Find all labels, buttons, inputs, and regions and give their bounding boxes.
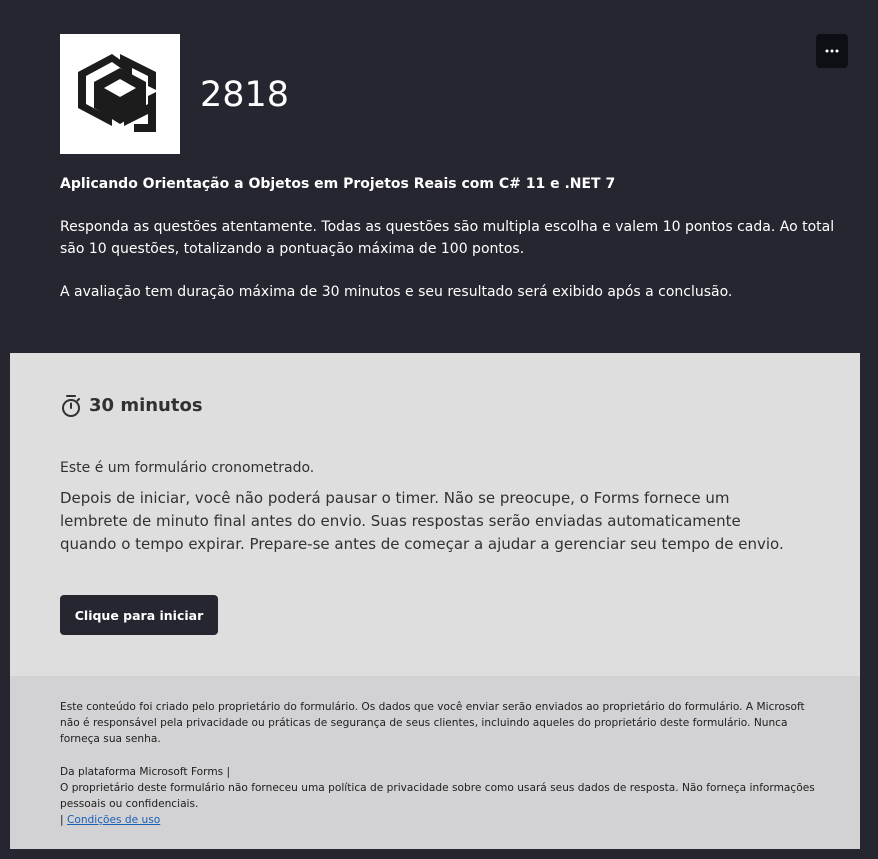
page: 2818 Aplicando Orientação a Objetos em P… — [0, 0, 878, 859]
timer-card: 30 minutos Este é um formulário cronomet… — [10, 353, 860, 676]
form-logo — [60, 34, 180, 154]
more-horizontal-icon — [825, 49, 839, 53]
footer: Este conteúdo foi criado pelo proprietár… — [10, 676, 860, 849]
form-header: 2818 Aplicando Orientação a Objetos em P… — [0, 0, 878, 353]
timer-row: 30 minutos — [60, 393, 203, 419]
form-description: Responda as questões atentamente. Todas … — [60, 217, 845, 303]
course-title: Aplicando Orientação a Objetos em Projet… — [60, 176, 616, 192]
terms-of-use-link[interactable]: Condições de uso — [67, 814, 160, 826]
footer-content: Este conteúdo foi criado pelo proprietár… — [60, 699, 820, 828]
footer-disclaimer: Este conteúdo foi criado pelo proprietár… — [60, 701, 805, 746]
timed-form-title: Este é um formulário cronometrado. — [60, 460, 315, 476]
footer-spacer — [60, 748, 820, 764]
start-button[interactable]: Clique para iniciar — [60, 595, 218, 635]
timer-duration: 30 minutos — [89, 395, 203, 416]
form-id: 2818 — [200, 75, 290, 115]
more-options-button[interactable] — [816, 34, 848, 68]
description-paragraph: Responda as questões atentamente. Todas … — [60, 219, 835, 257]
timed-form-description: Depois de iniciar, você não poderá pausa… — [60, 489, 784, 553]
description-paragraph: A avaliação tem duração máxima de 30 min… — [60, 283, 733, 300]
footer-terms-row: | Condições de uso — [60, 812, 820, 828]
footer-privacy-note: O proprietário deste formulário não forn… — [60, 781, 815, 811]
stopwatch-icon — [62, 395, 80, 417]
cube-logo-icon — [60, 34, 180, 154]
footer-platform: Da plataforma Microsoft Forms | — [60, 765, 231, 778]
footer-separator: | — [60, 814, 67, 827]
